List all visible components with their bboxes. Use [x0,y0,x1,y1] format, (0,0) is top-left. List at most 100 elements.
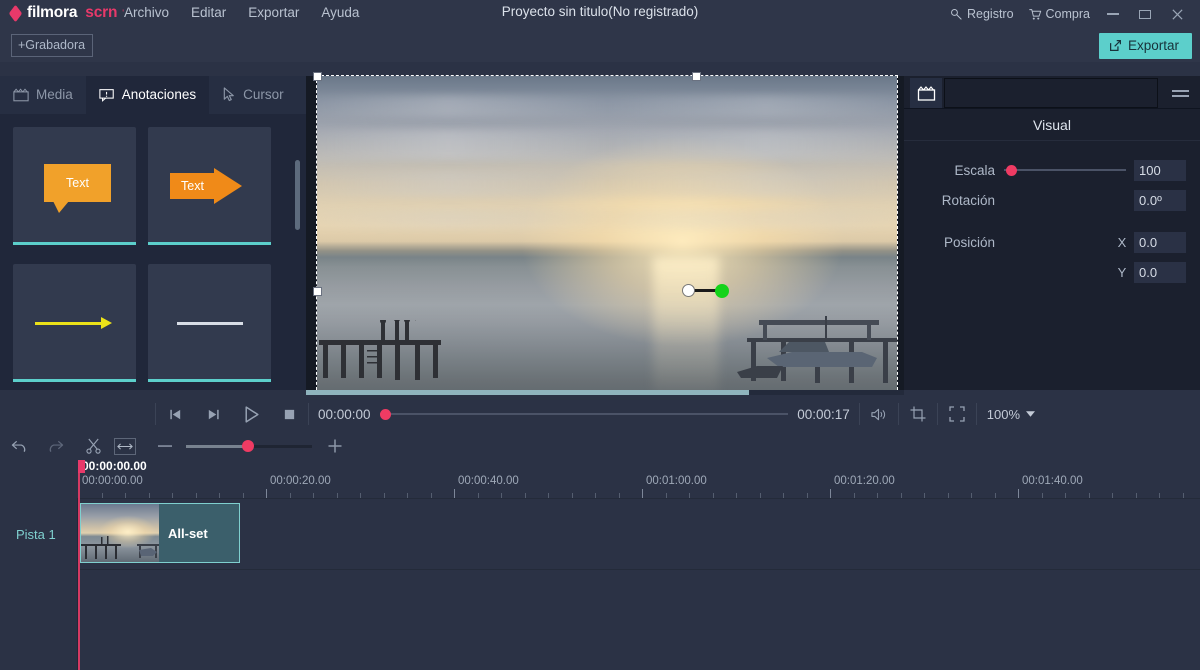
ruler-tick-major [454,489,455,498]
fit-to-width-button[interactable] [114,437,136,455]
skip-previous-icon [169,409,180,419]
split-button[interactable] [80,433,106,459]
play-button[interactable] [232,396,270,432]
annotation-item-arrow-tag[interactable]: Text [148,127,271,245]
scale-input[interactable] [1134,159,1186,181]
resize-handle-left-middle[interactable] [313,287,322,296]
register-button[interactable]: Registro [944,5,1020,23]
scale-slider-track [1004,169,1126,171]
preview-player[interactable] [306,72,904,395]
plus-icon [328,439,342,453]
previous-frame-button[interactable] [156,396,194,432]
chevron-down-icon [1026,411,1035,417]
position-y-label: Y [1117,264,1127,280]
buy-button[interactable]: Compra [1022,5,1096,23]
annotation-item-yellow-arrow[interactable] [13,264,136,382]
annotation-item-white-line[interactable] [148,264,271,382]
rotation-label: Rotación [941,192,995,208]
cart-icon [1028,8,1041,20]
minimize-button[interactable] [1098,3,1128,25]
position-y-input[interactable] [1134,261,1186,283]
playback-scrubber[interactable] [379,406,789,422]
undo-icon [11,440,25,452]
fullscreen-button[interactable] [938,396,976,432]
scale-slider-knob[interactable] [1006,164,1017,176]
timeline-ruler[interactable]: 00:00:00.00 00:00:20.00 00:00:40.00 00:0… [78,460,1200,498]
track-label-pista-1: Pista 1 [16,527,56,542]
position-x-input[interactable] [1134,231,1186,253]
tab-media[interactable]: Media [0,76,86,114]
speech-bubble-text: Text [66,176,89,190]
properties-tab-video[interactable] [910,78,942,108]
resize-handle-top-center[interactable] [692,72,701,81]
scrubber-knob[interactable] [379,408,391,420]
external-link-icon [1109,40,1121,51]
resize-handle-top-left[interactable] [313,72,322,81]
ruler-tick-major [266,489,267,498]
redo-icon [49,440,63,452]
export-label: Exportar [1127,38,1179,53]
annotation-item-speech-bubble[interactable]: Text [13,127,136,245]
zoom-in-button[interactable] [322,433,348,459]
playhead-line[interactable] [78,460,80,670]
annotation-thumbnail-grid: Text Text [0,114,306,390]
rotation-handle-grip[interactable] [715,284,729,298]
ruler-tick-major [830,489,831,498]
preview-progress-bar[interactable] [306,390,904,395]
arrow-tag-head [213,168,242,204]
next-frame-button[interactable] [194,396,232,432]
ruler-tick-major [642,489,643,498]
yellow-arrow-line [34,321,101,325]
close-button[interactable] [1162,3,1192,25]
redo-button[interactable] [42,433,68,459]
ruler-label-2: 00:00:40.00 [458,475,519,487]
stop-button[interactable] [270,396,308,432]
duration-display: 00:00:17 [797,406,850,422]
properties-header [904,76,1200,109]
timeline: 00:00:00.00 00:00:20.00 00:00:40.00 00:0… [0,459,1200,670]
zoom-slider-track-empty [248,444,312,448]
export-button[interactable]: Exportar [1098,33,1192,59]
zoom-out-button[interactable] [152,433,178,459]
ruler-label-4: 00:01:20.00 [834,475,895,487]
key-icon [951,8,962,20]
position-x-label: X [1117,234,1127,250]
clip-thumbnail [81,504,159,562]
zoom-slider-knob[interactable] [242,440,254,452]
rotation-input[interactable] [1134,189,1186,211]
crop-icon [910,406,926,422]
speaker-icon [871,408,886,420]
clip-name-label: All-set [168,525,208,541]
preview-selection-frame[interactable] [316,75,898,395]
library-tabstrip: Media Anotaciones Cursor [0,76,306,114]
undo-button[interactable] [6,433,32,459]
playhead-marker[interactable] [78,460,85,473]
buy-label: Compra [1045,7,1090,21]
arrow-tag-shape: Text [169,168,244,204]
pointer-icon [223,87,234,102]
maximize-button[interactable] [1130,3,1160,25]
clip-thumbnail-silhouette [81,536,159,559]
rotation-row: Rotación [904,185,1200,215]
scale-row: Escala [904,155,1200,185]
track-header-panel: Pista 1 [0,498,78,670]
volume-button[interactable] [860,396,898,432]
library-scrollbar[interactable] [295,160,300,230]
crop-button[interactable] [899,396,937,432]
tab-cursor[interactable]: Cursor [209,76,297,114]
add-recorder-button[interactable]: +Grabadora [11,34,94,57]
rotation-handle-anchor[interactable] [682,284,695,297]
ruler-label-5: 00:01:40.00 [1022,475,1083,487]
play-icon [244,405,259,423]
scale-slider[interactable] [1004,162,1126,178]
tab-anotaciones[interactable]: Anotaciones [85,76,210,114]
playhead-timecode: 00:00:00.00 [82,459,147,473]
timeline-zoom-slider[interactable] [186,439,312,453]
minus-icon [158,445,172,447]
timeline-toolbar [0,432,1200,460]
properties-menu-button[interactable] [1165,80,1195,106]
preview-zoom-dropdown[interactable]: 100% [977,396,1045,432]
scissors-icon [85,438,101,454]
track-lane-area[interactable]: All-set [78,498,1200,670]
timeline-clip-all-set[interactable]: All-set [80,503,240,563]
